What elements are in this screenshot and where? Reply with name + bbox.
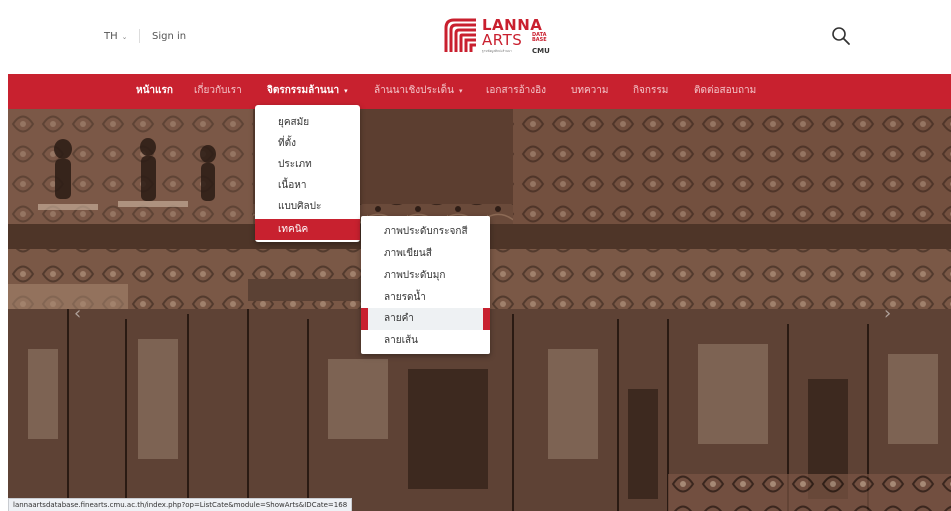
nav-item-lanna-painting[interactable]: จิตรกรรมล้านนา ▾ bbox=[267, 85, 348, 97]
nav-item-label: เอกสารอ้างอิง bbox=[486, 85, 546, 96]
caret-down-icon: ▾ bbox=[458, 87, 463, 95]
dropdown-item-location[interactable]: ที่ตั้ง bbox=[255, 133, 360, 154]
header-divider bbox=[139, 29, 140, 43]
browser-status-bar: lannaartsdatabase.finearts.cmu.ac.th/ind… bbox=[8, 498, 353, 511]
nav-item-label: ล้านนาเชิงประเด็น bbox=[374, 85, 454, 96]
chevron-down-icon: ⌄ bbox=[121, 32, 128, 41]
submenu-item-gold-pattern[interactable]: ลายคำ bbox=[361, 308, 490, 330]
dropdown-item-content[interactable]: เนื้อหา bbox=[255, 175, 360, 196]
nav-item-label: บทความ bbox=[571, 85, 609, 96]
logo-badge-line2: BASE bbox=[532, 37, 547, 43]
logo-subtitle: ARTS bbox=[482, 31, 523, 49]
nav-item-about[interactable]: เกี่ยวกับเรา bbox=[194, 85, 242, 97]
page: TH ⌄ Sign in LANNA ARTS DATA BASE CMU ฐา… bbox=[0, 0, 951, 511]
painting-dropdown-menu: ยุคสมัย ที่ตั้ง ประเภท เนื้อหา แบบศิลปะ … bbox=[255, 105, 360, 242]
nav-item-label: หน้าแรก bbox=[136, 85, 173, 96]
technique-submenu: ภาพประดับกระจกสี ภาพเขียนสี ภาพประดับมุก… bbox=[361, 216, 490, 354]
carousel-prev-icon[interactable]: ‹ bbox=[74, 303, 81, 324]
nav-item-lanna-topics[interactable]: ล้านนาเชิงประเด็น ▾ bbox=[374, 85, 462, 97]
nav-item-references[interactable]: เอกสารอ้างอิง bbox=[486, 85, 546, 97]
main-nav: หน้าแรก เกี่ยวกับเรา จิตรกรรมล้านนา ▾ ล้า… bbox=[8, 74, 951, 109]
dropdown-item-period[interactable]: ยุคสมัย bbox=[255, 112, 360, 133]
carousel-next-icon[interactable]: › bbox=[884, 303, 891, 324]
dropdown-item-technique[interactable]: เทคนิค bbox=[255, 219, 360, 240]
language-selector[interactable]: TH ⌄ bbox=[104, 31, 128, 42]
logo-badge: DATA BASE bbox=[532, 33, 547, 43]
logo-cmu: CMU bbox=[532, 47, 550, 55]
submenu-item-painting[interactable]: ภาพเขียนสี bbox=[361, 243, 490, 265]
submenu-item-glass-inlay[interactable]: ภาพประดับกระจกสี bbox=[361, 221, 490, 243]
nav-item-label: จิตรกรรมล้านนา bbox=[267, 85, 340, 96]
submenu-item-line-drawing[interactable]: ลายเส้น bbox=[361, 330, 490, 352]
nav-item-home[interactable]: หน้าแรก bbox=[136, 85, 173, 97]
nav-item-label: ติดต่อสอบถาม bbox=[694, 85, 757, 96]
nav-item-label: เกี่ยวกับเรา bbox=[194, 85, 242, 96]
site-header: TH ⌄ Sign in LANNA ARTS DATA BASE CMU ฐา… bbox=[0, 0, 951, 72]
nav-item-contact[interactable]: ติดต่อสอบถาม bbox=[694, 85, 756, 97]
left-gutter bbox=[0, 72, 8, 511]
search-icon[interactable] bbox=[831, 26, 851, 46]
language-label: TH bbox=[104, 31, 118, 42]
caret-down-icon: ▾ bbox=[344, 87, 348, 95]
nav-item-label: กิจกรรม bbox=[633, 85, 669, 96]
logo-mark-icon bbox=[444, 18, 478, 52]
logo-tagline: ฐานข้อมูลศิลปะล้านนา bbox=[482, 49, 512, 53]
logo-title: LANNA bbox=[482, 16, 543, 34]
nav-item-activities[interactable]: กิจกรรม bbox=[633, 85, 668, 97]
submenu-item-pearl-inlay[interactable]: ภาพประดับมุก bbox=[361, 265, 490, 287]
nav-item-articles[interactable]: บทความ bbox=[571, 85, 608, 97]
site-logo[interactable]: LANNA ARTS DATA BASE CMU ฐานข้อมูลศิลปะล… bbox=[444, 16, 550, 58]
submenu-item-lacquer-gilding[interactable]: ลายรดน้ำ bbox=[361, 287, 490, 309]
dropdown-item-type[interactable]: ประเภท bbox=[255, 154, 360, 175]
sign-in-link[interactable]: Sign in bbox=[152, 31, 186, 42]
dropdown-item-art-style[interactable]: แบบศิลปะ bbox=[255, 196, 360, 217]
